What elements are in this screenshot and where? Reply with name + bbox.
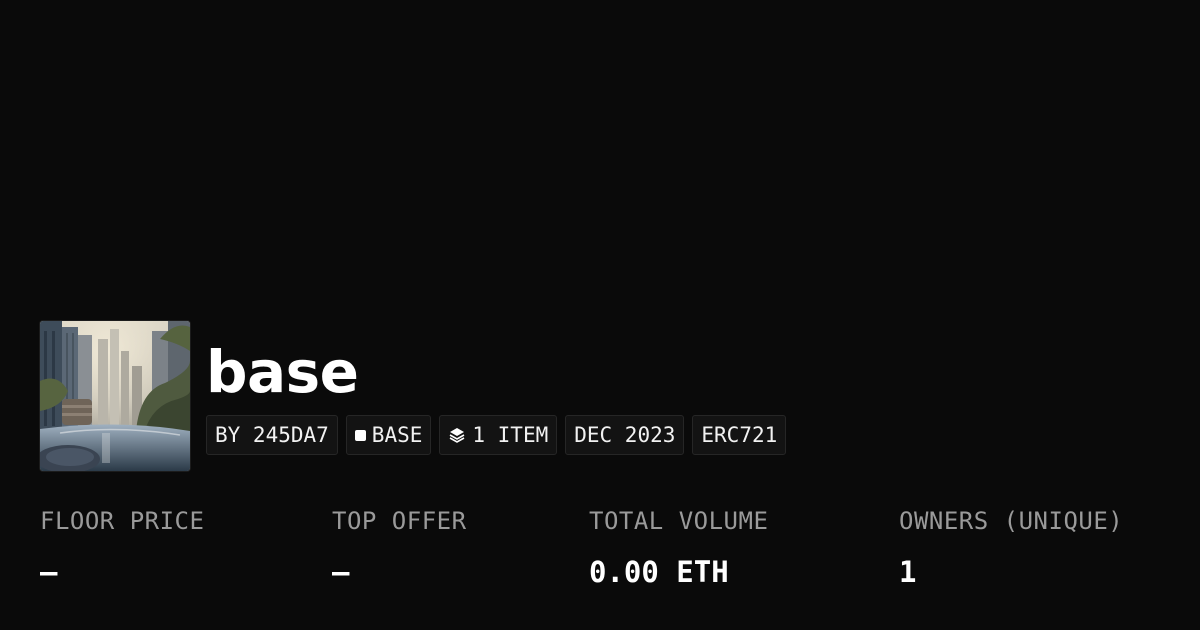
items-label: 1 ITEM bbox=[472, 423, 549, 447]
standard-tag: ERC721 bbox=[692, 415, 787, 455]
stat-total-volume: TOTAL VOLUME 0.00 ETH bbox=[589, 503, 768, 590]
collection-title: base bbox=[206, 338, 359, 406]
top-offer-label: TOP OFFER bbox=[332, 507, 467, 535]
chain-tag[interactable]: BASE bbox=[345, 415, 432, 455]
collection-tags: BY 245DA7 BASE 1 ITEM DEC 2023 ERC721 bbox=[206, 415, 787, 455]
items-tag[interactable]: 1 ITEM bbox=[439, 415, 558, 455]
floor-price-label: FLOOR PRICE bbox=[40, 507, 205, 535]
square-dot-icon bbox=[354, 429, 366, 441]
floor-price-value: – bbox=[40, 555, 58, 589]
stat-floor-price: FLOOR PRICE – bbox=[40, 503, 204, 590]
collection-thumbnail bbox=[40, 321, 190, 471]
stat-top-offer: TOP OFFER – bbox=[332, 503, 467, 590]
collection-image bbox=[40, 321, 190, 471]
date-tag: DEC 2023 bbox=[565, 415, 685, 455]
date-label: DEC 2023 bbox=[574, 423, 676, 447]
chain-label: BASE bbox=[371, 423, 423, 447]
creator-label: BY 245DA7 bbox=[215, 423, 329, 447]
layers-icon bbox=[448, 426, 466, 444]
collection-card: base BY 245DA7 BASE 1 ITEM DEC 2023 ERC7… bbox=[0, 0, 1200, 630]
total-volume-value: 0.00 ETH bbox=[589, 555, 729, 589]
total-volume-label: TOTAL VOLUME bbox=[589, 507, 769, 535]
standard-label: ERC721 bbox=[701, 423, 778, 447]
owners-value: 1 bbox=[899, 555, 917, 589]
owners-label: OWNERS (UNIQUE) bbox=[899, 507, 1124, 535]
stat-owners: OWNERS (UNIQUE) 1 bbox=[899, 503, 1123, 590]
top-offer-value: – bbox=[332, 555, 350, 589]
creator-tag[interactable]: BY 245DA7 bbox=[206, 415, 338, 455]
